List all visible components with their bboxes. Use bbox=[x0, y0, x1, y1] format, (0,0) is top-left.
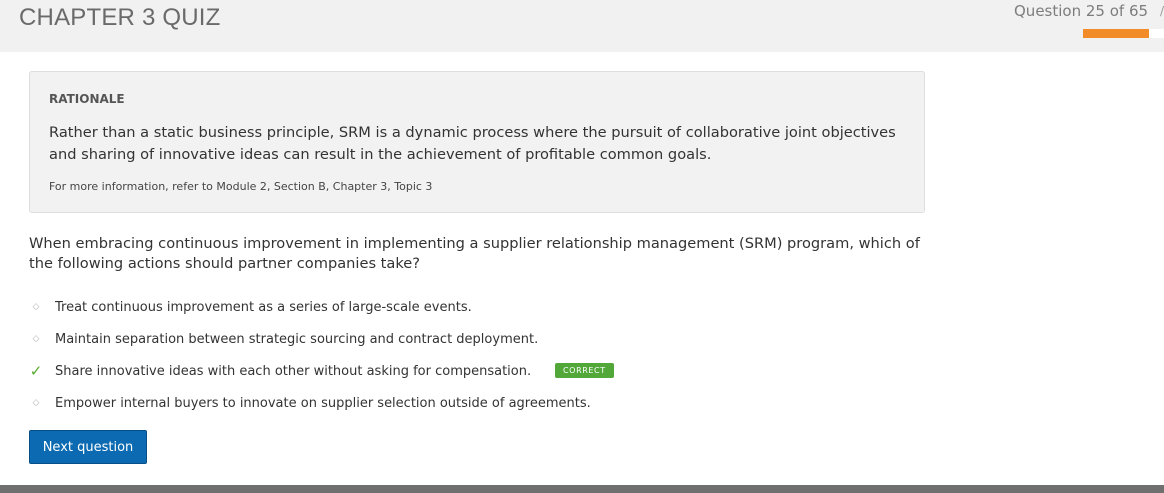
correct-badge: CORRECT bbox=[555, 363, 614, 378]
diamond-bullet-icon: ◇ bbox=[32, 302, 40, 312]
quiz-title: CHAPTER 3 QUIZ bbox=[19, 4, 221, 31]
diamond-bullet-icon: ◇ bbox=[32, 334, 40, 344]
rationale-text: Rather than a static business principle,… bbox=[49, 124, 896, 163]
rationale-heading: RATIONALE bbox=[49, 92, 125, 106]
answer-option-text: Share innovative ideas with each other w… bbox=[55, 363, 532, 379]
next-question-button[interactable]: Next question bbox=[29, 430, 147, 464]
answer-option-text: Maintain separation between strategic so… bbox=[55, 331, 539, 347]
rationale-panel: RATIONALE Rather than a static business … bbox=[29, 71, 925, 213]
edge-indicator-icon: / bbox=[1160, 4, 1164, 18]
progress-bar-fill bbox=[1083, 29, 1149, 38]
answer-option[interactable]: ◇ Maintain separation between strategic … bbox=[29, 323, 929, 355]
rationale-reference: For more information, refer to Module 2,… bbox=[49, 180, 433, 193]
answer-option-text: Empower internal buyers to innovate on s… bbox=[55, 395, 591, 411]
answer-option[interactable]: ◇ Empower internal buyers to innovate on… bbox=[29, 387, 929, 419]
answer-option-text: Treat continuous improvement as a series… bbox=[55, 299, 472, 315]
check-icon: ✓ bbox=[29, 362, 43, 380]
footer-bar bbox=[0, 485, 1164, 493]
answer-option-correct[interactable]: ✓ Share innovative ideas with each other… bbox=[29, 355, 929, 387]
answer-option[interactable]: ◇ Treat continuous improvement as a seri… bbox=[29, 291, 929, 323]
diamond-bullet-icon: ◇ bbox=[32, 398, 40, 408]
progress-bar bbox=[1083, 29, 1164, 38]
answer-options: ◇ Treat continuous improvement as a seri… bbox=[29, 291, 929, 419]
progress-label: Question 25 of 65 bbox=[1014, 2, 1149, 20]
question-text: When embracing continuous improvement in… bbox=[29, 235, 920, 272]
quiz-header: CHAPTER 3 QUIZ Question 25 of 65 / bbox=[0, 0, 1164, 52]
